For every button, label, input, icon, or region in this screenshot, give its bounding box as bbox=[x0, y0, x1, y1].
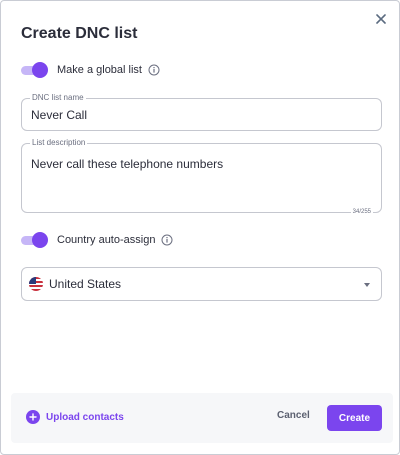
global-list-toggle[interactable] bbox=[21, 62, 48, 78]
toggle-knob bbox=[32, 232, 48, 248]
create-dnc-dialog: Create DNC list Make a global list DNC l… bbox=[0, 0, 400, 455]
caret-down-icon bbox=[364, 283, 370, 287]
dnc-name-input[interactable]: Never Call bbox=[31, 108, 87, 122]
plus-icon bbox=[26, 410, 40, 424]
global-list-row: Make a global list bbox=[21, 61, 160, 79]
country-assign-toggle[interactable] bbox=[21, 232, 48, 248]
country-assign-row: Country auto-assign bbox=[21, 231, 173, 249]
country-select[interactable]: United States bbox=[21, 267, 382, 301]
upload-contacts-label: Upload contacts bbox=[46, 411, 124, 423]
selected-country: United States bbox=[49, 277, 122, 291]
dnc-name-label: DNC list name bbox=[30, 93, 86, 103]
close-icon bbox=[376, 14, 386, 24]
dialog-footer: Upload contacts Cancel Create bbox=[11, 393, 393, 443]
us-flag-icon bbox=[29, 277, 43, 291]
dnc-name-field[interactable]: DNC list name Never Call bbox=[21, 93, 382, 131]
cancel-button[interactable]: Cancel bbox=[277, 410, 310, 421]
description-label: List description bbox=[30, 138, 88, 148]
toggle-knob bbox=[32, 62, 48, 78]
country-assign-label: Country auto-assign bbox=[57, 234, 156, 246]
description-field[interactable]: List description Never call these teleph… bbox=[21, 138, 382, 215]
close-button[interactable] bbox=[373, 11, 389, 27]
dialog-title: Create DNC list bbox=[21, 25, 138, 42]
info-icon[interactable] bbox=[161, 234, 173, 246]
description-textarea[interactable]: Never call these telephone numbers bbox=[31, 157, 223, 171]
global-list-label: Make a global list bbox=[57, 64, 142, 76]
character-counter: 34/255 bbox=[350, 209, 373, 215]
upload-contacts-button[interactable]: Upload contacts bbox=[26, 410, 124, 424]
info-icon[interactable] bbox=[148, 64, 160, 76]
create-button[interactable]: Create bbox=[327, 405, 382, 431]
